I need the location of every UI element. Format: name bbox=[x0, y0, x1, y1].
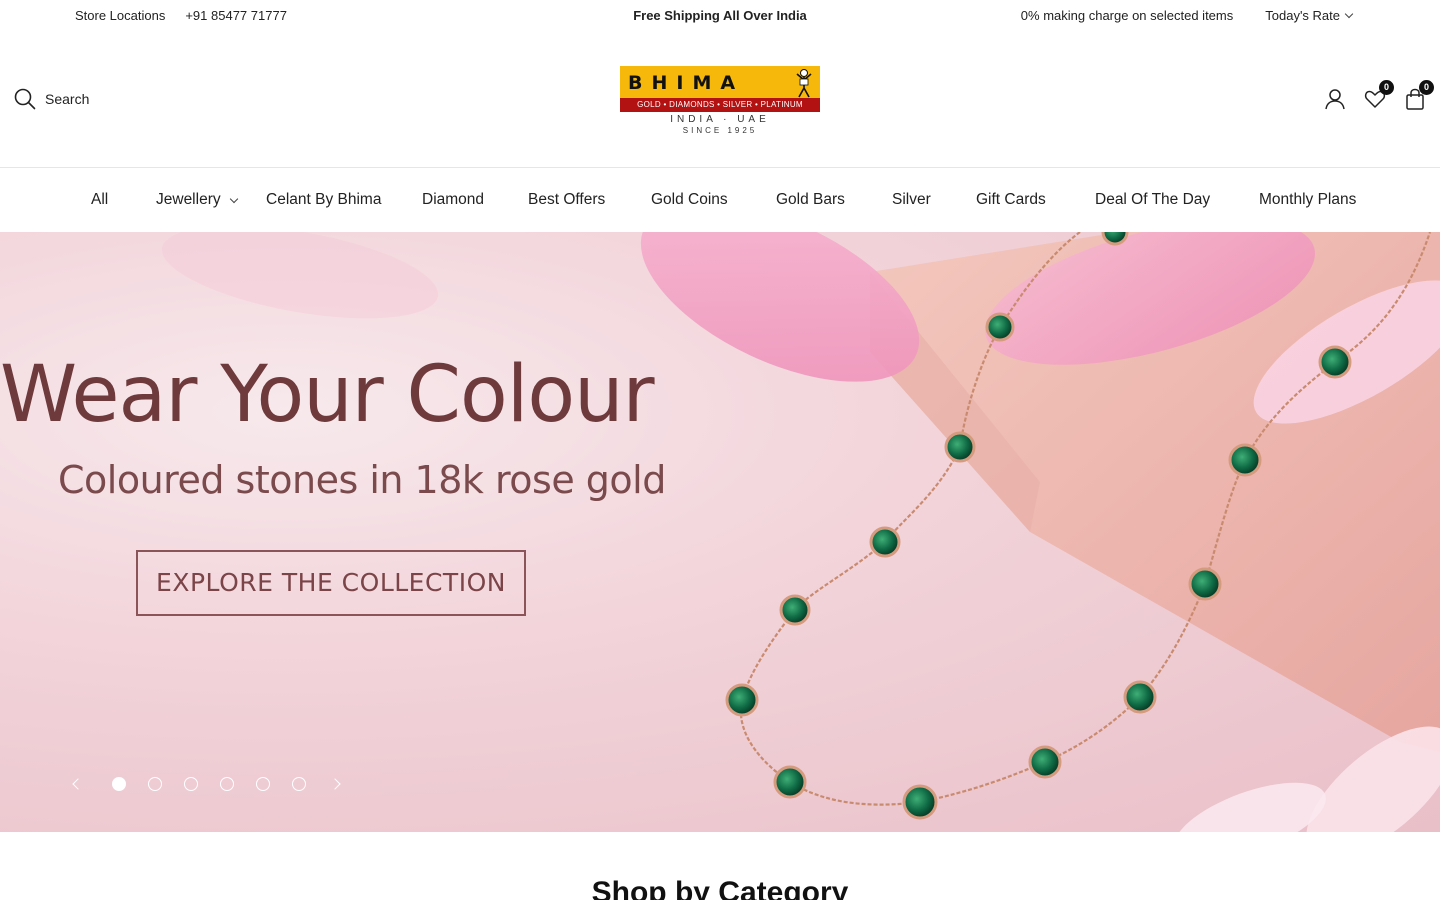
nav-item-gold-coins[interactable]: Gold Coins bbox=[651, 191, 728, 209]
hero-title: Wear Your Colour bbox=[0, 350, 655, 440]
topbar-left: Store Locations +91 85477 71777 bbox=[75, 8, 287, 23]
slider-dot[interactable] bbox=[220, 777, 234, 791]
slider-next-arrow-icon[interactable] bbox=[326, 772, 350, 796]
nav-item-label: Celant By Bhima bbox=[266, 191, 382, 208]
cart-button[interactable]: 0 bbox=[1404, 80, 1434, 110]
nav-item-label: All bbox=[91, 191, 109, 208]
nav-item-label: Jewellery bbox=[156, 191, 221, 208]
chevron-down-icon bbox=[1344, 9, 1354, 19]
search-label: Search bbox=[45, 91, 90, 107]
slider-dot[interactable] bbox=[184, 777, 198, 791]
slider-dots bbox=[112, 777, 306, 791]
todays-rate-dropdown[interactable]: Today's Rate bbox=[1265, 8, 1354, 23]
site-header: Search BHIMA GOLD • DIAMONDS • SILVER • … bbox=[0, 32, 1440, 168]
nav-item-deal-of-the-day[interactable]: Deal Of The Day bbox=[1095, 191, 1210, 209]
nav-item-best-offers[interactable]: Best Offers bbox=[528, 191, 605, 209]
header-icons: 0 0 bbox=[1324, 80, 1434, 110]
chevron-down-icon bbox=[229, 194, 238, 203]
slider-dot[interactable] bbox=[256, 777, 270, 791]
search-icon bbox=[14, 88, 36, 110]
nav-item-gold-bars[interactable]: Gold Bars bbox=[776, 191, 845, 209]
nav-item-label: Deal Of The Day bbox=[1095, 191, 1211, 208]
shop-by-category-heading: Shop by Category bbox=[591, 876, 849, 900]
main-navigation: All Jewellery Celant By Bhima Diamond Be… bbox=[0, 169, 1440, 231]
nav-item-label: Monthly Plans bbox=[1259, 191, 1357, 208]
slider-dot[interactable] bbox=[148, 777, 162, 791]
explore-collection-button[interactable]: EXPLORE THE COLLECTION bbox=[136, 550, 526, 616]
phone-link[interactable]: +91 85477 71777 bbox=[185, 8, 287, 23]
nav-item-label: Gift Cards bbox=[976, 191, 1046, 208]
wishlist-count-badge: 0 bbox=[1379, 80, 1394, 95]
nav-item-label: Gold Coins bbox=[651, 191, 728, 208]
account-button[interactable] bbox=[1324, 88, 1346, 110]
logo-regions: INDIA · UAE bbox=[670, 114, 770, 125]
search-button[interactable]: Search bbox=[14, 88, 89, 110]
nav-item-gift-cards[interactable]: Gift Cards bbox=[976, 191, 1046, 209]
nav-item-monthly-plans[interactable]: Monthly Plans bbox=[1259, 191, 1356, 209]
nav-item-label: Diamond bbox=[422, 191, 485, 208]
brand-logo[interactable]: BHIMA GOLD • DIAMONDS • SILVER • PLATINU… bbox=[620, 66, 820, 136]
wishlist-button[interactable]: 0 bbox=[1364, 80, 1394, 110]
nav-item-label: Silver bbox=[892, 191, 931, 208]
cart-count-badge: 0 bbox=[1419, 80, 1434, 95]
nav-item-all[interactable]: All bbox=[91, 191, 108, 209]
nav-item-label: Best Offers bbox=[528, 191, 606, 208]
nav-item-diamond[interactable]: Diamond bbox=[422, 191, 484, 209]
store-locations-link[interactable]: Store Locations bbox=[75, 8, 165, 23]
slider-controls bbox=[66, 772, 350, 796]
announcement-bar: Store Locations +91 85477 71777 Free Shi… bbox=[0, 0, 1440, 32]
nav-item-silver[interactable]: Silver bbox=[892, 191, 931, 209]
topbar-right: 0% making charge on selected items Today… bbox=[1021, 8, 1354, 23]
logo-since: SINCE 1925 bbox=[682, 126, 758, 135]
slider-dot[interactable] bbox=[292, 777, 306, 791]
logo-mascot-icon bbox=[796, 69, 812, 98]
hero-image bbox=[161, 232, 1440, 832]
user-icon bbox=[1325, 89, 1345, 110]
slider-dot[interactable] bbox=[112, 777, 126, 791]
slider-prev-arrow-icon[interactable] bbox=[66, 772, 90, 796]
hero-subtitle: Coloured stones in 18k rose gold bbox=[58, 458, 666, 502]
nav-item-celant-by-bhima[interactable]: Celant By Bhima bbox=[266, 191, 381, 209]
logo-wordmark: BHIMA bbox=[628, 72, 745, 94]
nav-item-label: Gold Bars bbox=[776, 191, 845, 208]
making-charge-link[interactable]: 0% making charge on selected items bbox=[1021, 8, 1233, 23]
todays-rate-label: Today's Rate bbox=[1265, 8, 1340, 23]
hero-banner[interactable]: Wear Your Colour Coloured stones in 18k … bbox=[0, 232, 1440, 832]
nav-item-jewellery[interactable]: Jewellery bbox=[156, 191, 238, 209]
logo-strip: GOLD • DIAMONDS • SILVER • PLATINUM bbox=[620, 98, 820, 112]
